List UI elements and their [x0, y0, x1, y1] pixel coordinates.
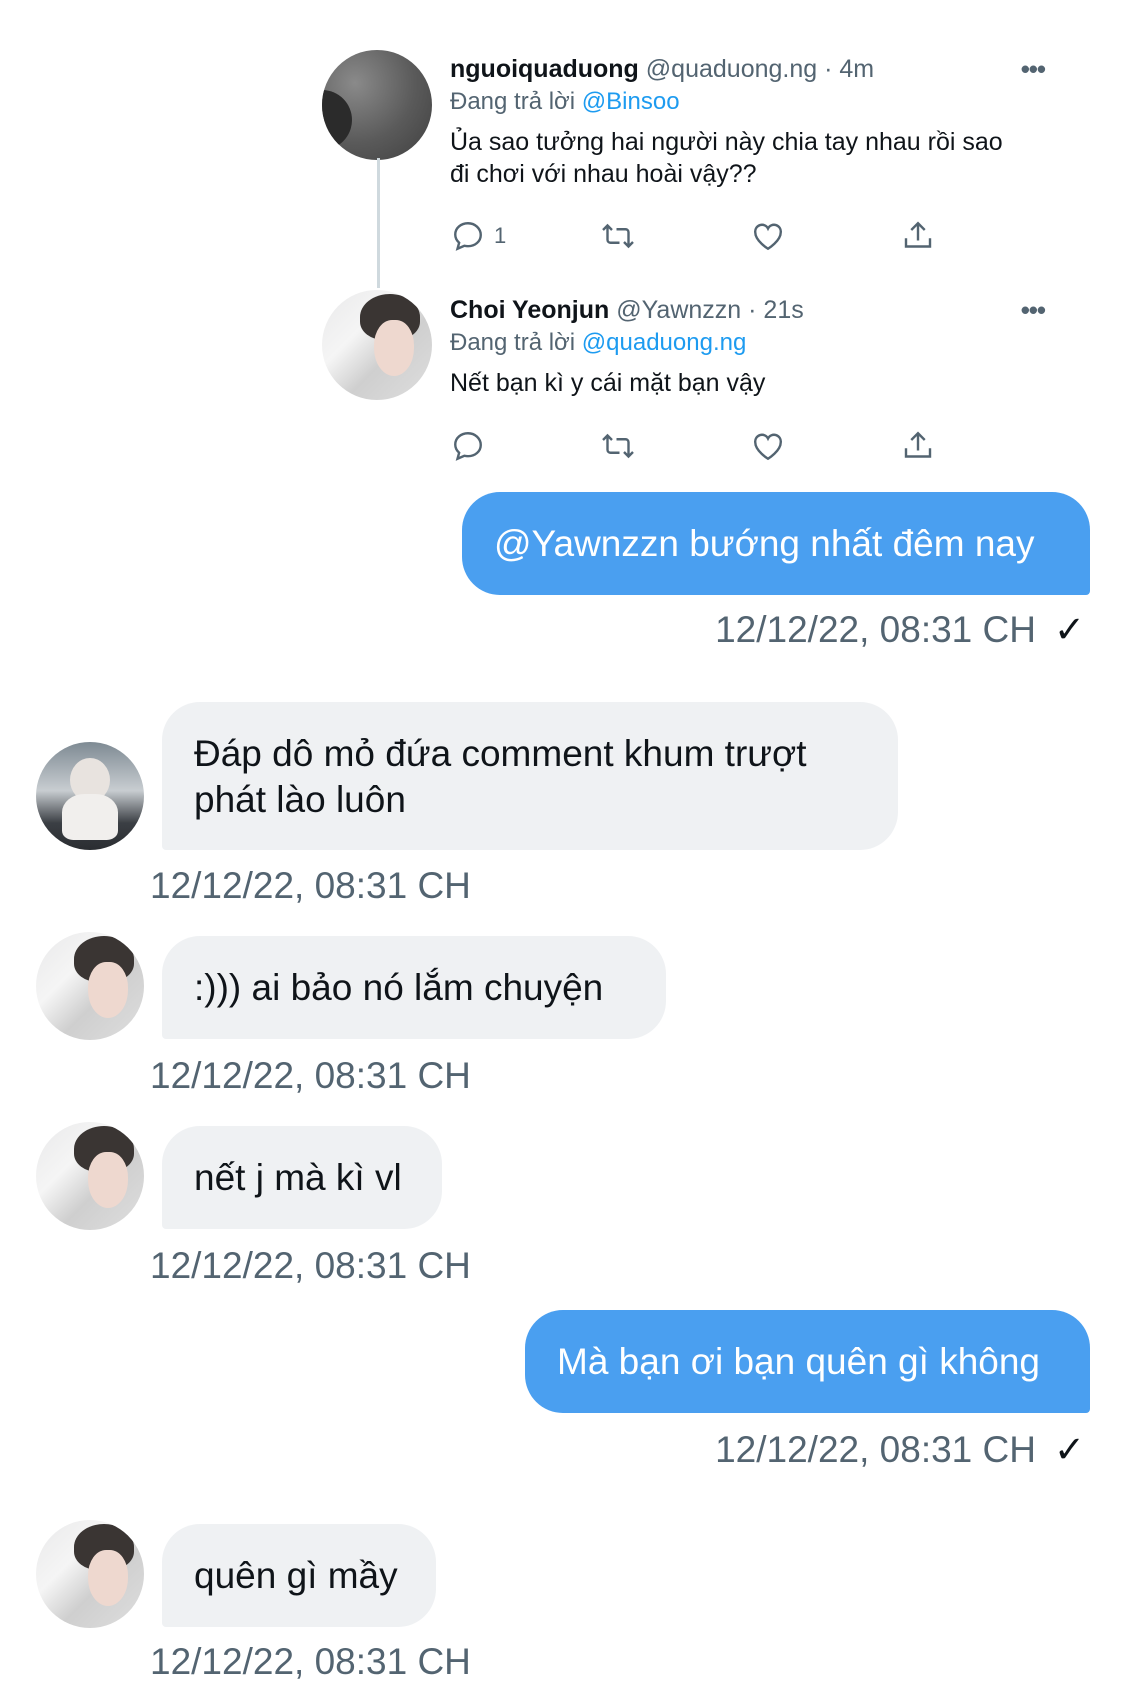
check-icon: ✓: [1053, 609, 1085, 650]
avatar-sender[interactable]: [36, 1520, 144, 1628]
tweet-header: nguoiquaduong @quaduong.ng · 4m: [450, 54, 1065, 84]
tweet-header: Choi Yeonjun @Yawnzzn · 21s: [450, 295, 1065, 325]
thread-connector: [377, 158, 380, 288]
display-name[interactable]: nguoiquaduong: [450, 55, 639, 83]
message-timestamp: 12/12/22, 08:31 CH ✓: [715, 608, 1085, 652]
message-bubble-incoming[interactable]: nết j mà kì vl: [162, 1126, 442, 1229]
handle[interactable]: @quaduong.ng: [646, 55, 817, 83]
check-icon: ✓: [1053, 1429, 1085, 1470]
replying-prefix: Đang trả lời: [450, 329, 576, 356]
tweet-text: Nết bạn kì y cái mặt bạn vậy: [450, 367, 1065, 399]
message-text: @Yawnzzn bướng nhất đêm nay: [494, 522, 1035, 564]
retweet-icon: [602, 223, 634, 249]
avatar-sender[interactable]: [36, 742, 144, 850]
retweet-icon: [602, 433, 634, 459]
tweet-time: · 21s: [748, 296, 804, 324]
timestamp-text: 12/12/22, 08:31 CH: [715, 609, 1036, 650]
reply-button[interactable]: 1: [450, 218, 506, 254]
share-button[interactable]: [900, 218, 936, 254]
replying-prefix: Đang trả lời: [450, 88, 576, 115]
avatar-nguoiquaduong[interactable]: [322, 50, 432, 160]
message-text-line: phát lào luôn: [194, 779, 406, 820]
tweet-text: Ủa sao tưởng hai người này chia tay nhau…: [450, 126, 1065, 190]
retweet-button[interactable]: [600, 428, 636, 464]
tweet-nguoiquaduong[interactable]: nguoiquaduong @quaduong.ng · 4m ••• Đang…: [450, 54, 1065, 190]
message-bubble-outgoing[interactable]: Mà bạn ơi bạn quên gì không: [525, 1310, 1090, 1413]
display-name[interactable]: Choi Yeonjun: [450, 296, 609, 324]
message-timestamp: 12/12/22, 08:31 CH ✓: [715, 1428, 1085, 1472]
timestamp-text: 12/12/22, 08:31 CH: [715, 1429, 1036, 1470]
avatar-sender[interactable]: [36, 932, 144, 1040]
message-bubble-incoming[interactable]: quên gì mầy: [162, 1524, 436, 1627]
retweet-button[interactable]: [600, 218, 636, 254]
message-text: nết j mà kì vl: [194, 1156, 402, 1198]
more-icon[interactable]: •••: [1021, 295, 1046, 326]
more-icon[interactable]: •••: [1021, 54, 1046, 85]
like-button[interactable]: [750, 428, 786, 464]
reply-button[interactable]: [450, 428, 486, 464]
replying-mention[interactable]: @quaduong.ng: [582, 329, 747, 356]
tweet-choi-yeonjun[interactable]: Choi Yeonjun @Yawnzzn · 21s ••• Đang trả…: [450, 295, 1065, 399]
like-button[interactable]: [750, 218, 786, 254]
share-button[interactable]: [900, 428, 936, 464]
reply-icon: [454, 432, 482, 461]
message-text: :))) ai bảo nó lắm chuyện: [194, 966, 604, 1008]
tweet-text-line: đi chơi với nhau hoài vậy??: [450, 160, 757, 188]
tweet-time: · 4m: [824, 55, 875, 83]
heart-icon: [754, 223, 782, 251]
message-bubble-outgoing[interactable]: @Yawnzzn bướng nhất đêm nay: [462, 492, 1090, 595]
message-timestamp: 12/12/22, 08:31 CH: [150, 865, 471, 906]
message-bubble-incoming[interactable]: :))) ai bảo nó lắm chuyện: [162, 936, 666, 1039]
message-timestamp: 12/12/22, 08:31 CH: [150, 1641, 471, 1682]
share-icon: [904, 431, 932, 458]
replying-to: Đang trả lời @Binsoo: [450, 86, 1065, 118]
handle[interactable]: @Yawnzzn: [616, 296, 741, 324]
message-timestamp: 12/12/22, 08:31 CH: [150, 1245, 471, 1286]
reply-count: 1: [494, 223, 507, 248]
message-text: quên gì mầy: [194, 1554, 398, 1596]
tweet-actions: 1: [450, 218, 970, 258]
avatar-sender[interactable]: [36, 1122, 144, 1230]
tweet-text-line: Nết bạn kì y cái mặt bạn vậy: [450, 369, 766, 397]
message-bubble-incoming[interactable]: Đáp dô mỏ đứa comment khum trượt phát là…: [162, 702, 898, 850]
tweet-text-line: Ủa sao tưởng hai người này chia tay nhau…: [450, 128, 1003, 156]
replying-to: Đang trả lời @quaduong.ng: [450, 327, 1065, 359]
tweet-actions: [450, 428, 970, 468]
replying-mention[interactable]: @Binsoo: [582, 88, 680, 115]
message-text-line: Đáp dô mỏ đứa comment khum trượt: [194, 733, 807, 774]
share-icon: [904, 221, 932, 248]
avatar-choi-yeonjun[interactable]: [322, 290, 432, 400]
reply-icon: [454, 222, 482, 251]
message-text: Mà bạn ơi bạn quên gì không: [557, 1340, 1041, 1382]
message-timestamp: 12/12/22, 08:31 CH: [150, 1055, 471, 1096]
heart-icon: [754, 433, 782, 461]
